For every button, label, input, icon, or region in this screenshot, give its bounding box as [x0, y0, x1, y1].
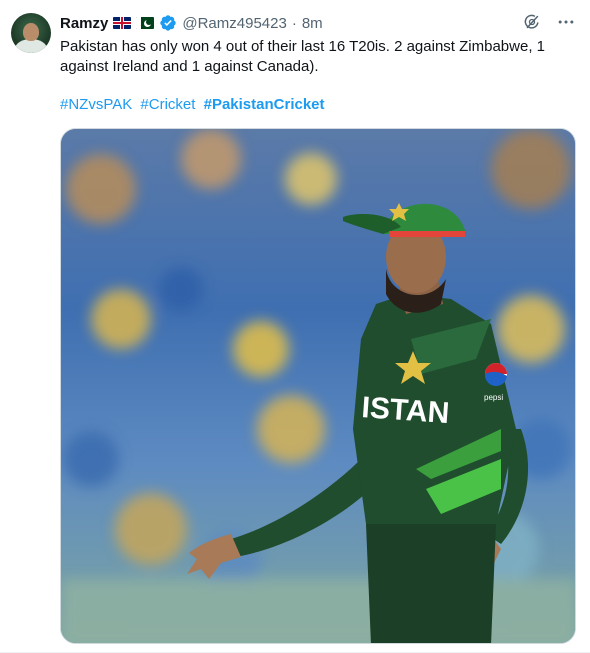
tweet-card[interactable]: Ramzy @Ramz495423 · 8m Pakistan has only… [0, 0, 590, 653]
timestamp[interactable]: 8m [302, 15, 323, 32]
header-actions [522, 12, 576, 32]
tweet-header: Ramzy @Ramz495423 · 8m [60, 12, 323, 34]
avatar[interactable] [11, 13, 51, 53]
avatar-shirt [15, 39, 47, 53]
jersey-text: ISTAN [361, 391, 451, 430]
tweet-media-image[interactable]: ISTAN pepsi [60, 128, 576, 644]
verified-badge-icon [160, 15, 177, 31]
avatar-face [23, 23, 39, 41]
tweet-text: Pakistan has only won 4 out of their las… [60, 38, 545, 75]
pakistan-flag-icon [136, 17, 155, 29]
more-icon[interactable] [556, 12, 576, 32]
sponsor-text: pepsi [484, 393, 503, 402]
hashtag-cricket[interactable]: #Cricket [140, 96, 195, 113]
uk-flag-icon [113, 17, 132, 29]
hashtag-pakistancricket[interactable]: #PakistanCricket [204, 96, 325, 113]
separator-dot: · [291, 14, 297, 32]
author-name[interactable]: Ramzy [60, 15, 108, 32]
hashtag-row: #NZvsPAK #Cricket #PakistanCricket [60, 95, 329, 115]
cricket-player-photo: ISTAN pepsi [61, 129, 575, 643]
hashtag-nzvspak[interactable]: #NZvsPAK [60, 96, 132, 113]
author-handle[interactable]: @Ramz495423 [182, 15, 286, 32]
grok-icon[interactable] [522, 12, 542, 32]
